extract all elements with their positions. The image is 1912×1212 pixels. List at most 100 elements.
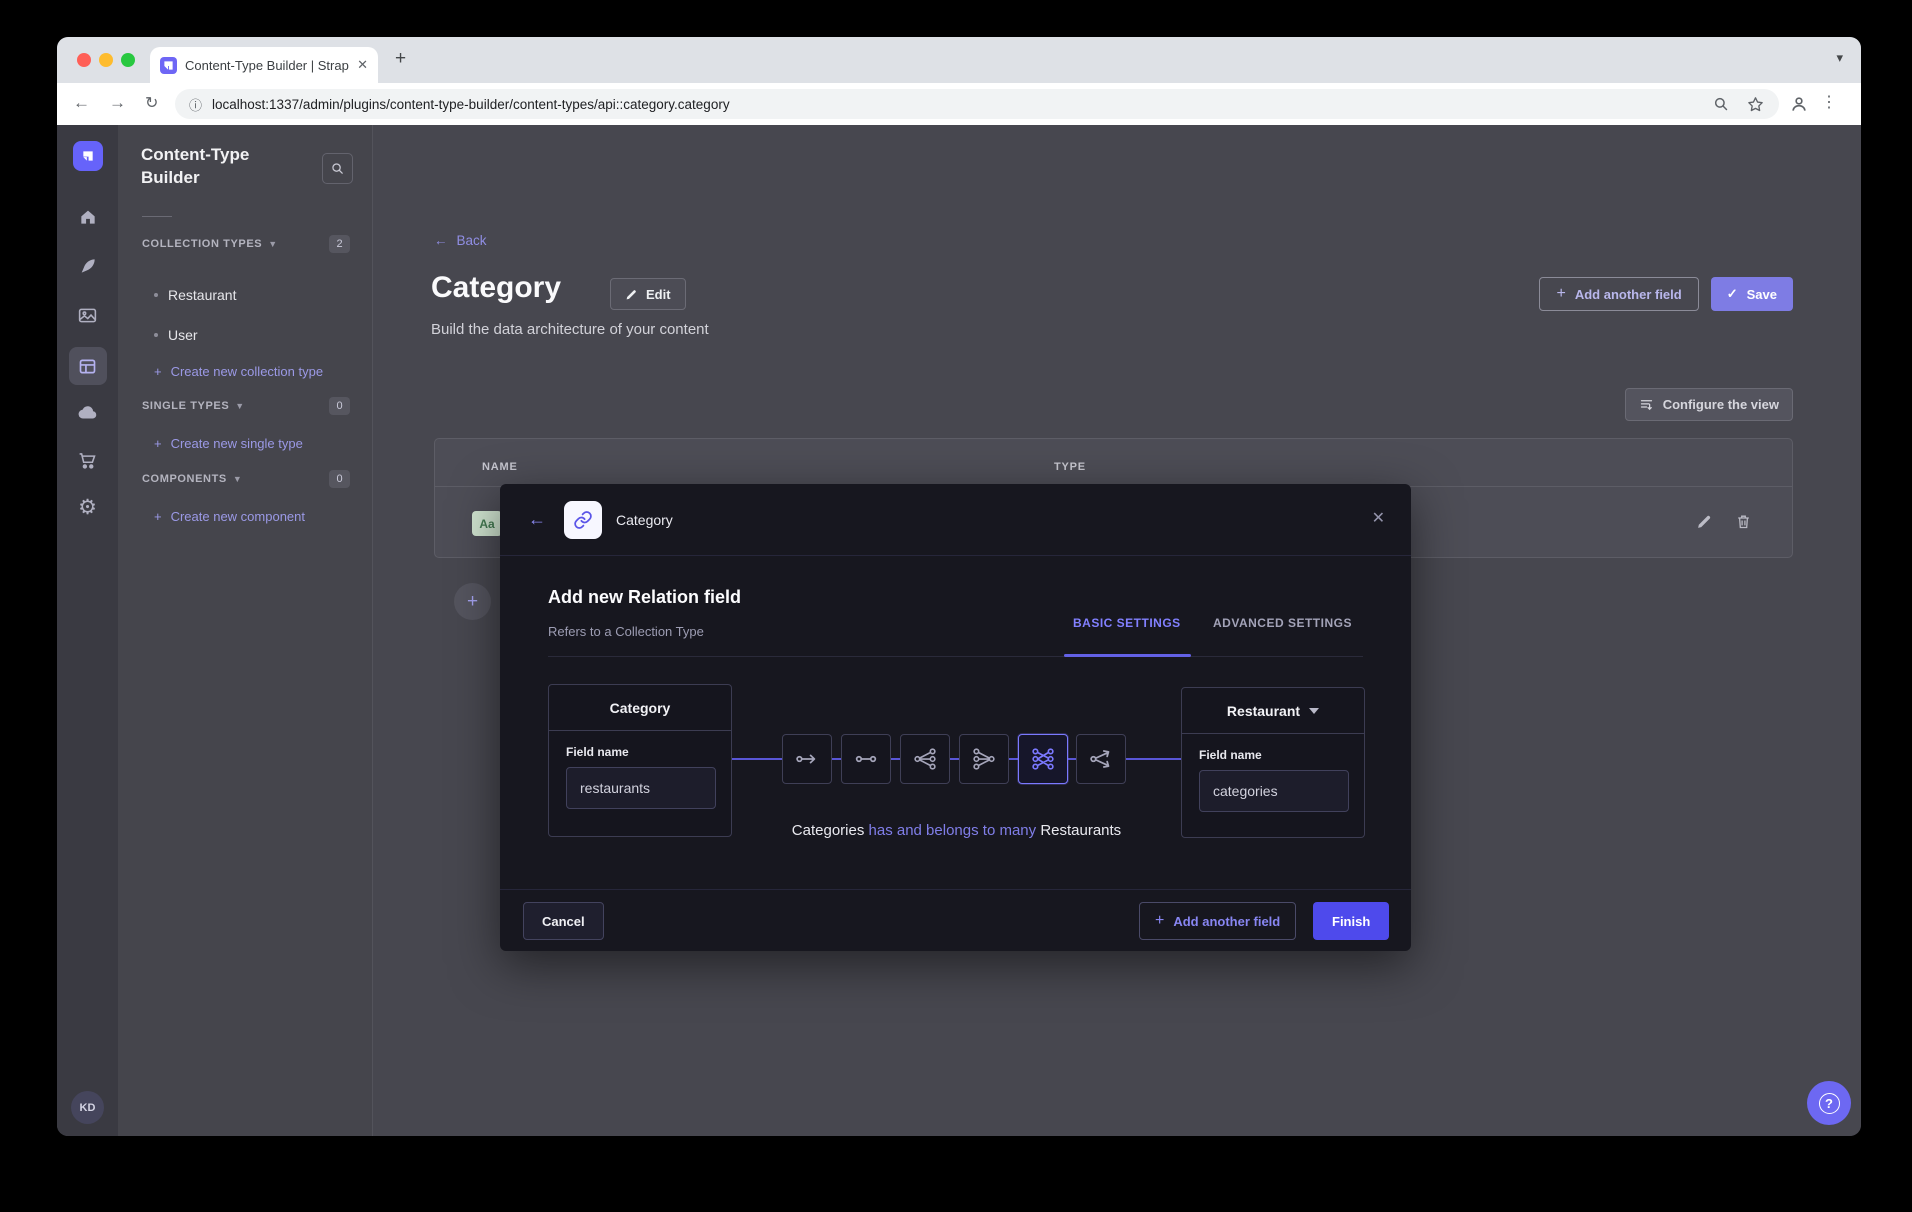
browser-menu-icon[interactable]: ⋮ [1821,92,1837,112]
close-window-button[interactable] [77,53,91,67]
create-label: Create new collection type [171,364,323,379]
section-count-badge: 2 [329,235,350,253]
settings-gear-icon[interactable]: ⚙ [57,497,118,519]
column-header-name: NAME [482,461,518,473]
target-select[interactable]: Restaurant [1182,688,1364,734]
media-library-icon[interactable] [57,305,118,326]
create-collection-type-link[interactable]: + Create new collection type [154,364,323,379]
edit-field-icon[interactable] [1696,513,1713,530]
profile-icon[interactable] [1789,94,1809,114]
relation-many-to-one-button[interactable] [959,734,1009,784]
divider [548,656,1363,657]
new-tab-button[interactable]: + [395,49,406,69]
pencil-icon [625,288,638,301]
relation-one-way-button[interactable] [782,734,832,784]
add-another-field-button[interactable]: + Add another field [1539,277,1698,311]
item-label: Restaurant [168,287,236,303]
content-type-builder-icon[interactable] [57,347,118,385]
user-avatar[interactable]: KD [71,1091,104,1124]
search-button[interactable] [322,153,353,184]
content-manager-feather-icon[interactable] [57,256,118,276]
search-icon [330,161,345,176]
sentence-target: Restaurants [1040,822,1121,839]
section-collection-types[interactable]: COLLECTION TYPES ▼ 2 [142,235,350,253]
plus-icon: + [154,364,162,379]
edit-label: Edit [646,287,671,302]
field-name-label: Field name [1199,748,1364,762]
minimize-window-button[interactable] [99,53,113,67]
edit-button[interactable]: Edit [610,278,686,310]
configure-view-button[interactable]: Configure the view [1625,388,1793,421]
browser-toolbar: ← → ↻ ⓘ localhost:1337/admin/plugins/con… [57,83,1861,125]
back-icon[interactable]: ← [73,93,90,113]
page-subtitle: Build the data architecture of your cont… [431,321,709,338]
target-field-name-input[interactable] [1199,770,1349,812]
home-icon[interactable] [57,207,118,227]
save-label: Save [1747,287,1777,302]
ctb-sidebar: Content-Type Builder COLLECTION TYPES ▼ … [118,125,373,1136]
cancel-button[interactable]: Cancel [523,902,604,940]
text-field-type-badge: Aa [472,511,502,536]
browser-window: Content-Type Builder | Strapi ✕ + ▾ ← → … [57,37,1861,1136]
finish-button[interactable]: Finish [1313,902,1389,940]
modal-add-another-field-button[interactable]: + Add another field [1139,902,1296,940]
tab-close-icon[interactable]: ✕ [357,57,368,73]
relation-field-modal: ← Category ✕ Add new Relation field Refe… [500,484,1411,951]
site-info-icon[interactable]: ⓘ [189,95,202,114]
section-label: COMPONENTS [142,473,227,485]
url-text[interactable]: localhost:1337/admin/plugins/content-typ… [212,97,1702,112]
close-icon[interactable]: ✕ [1372,508,1385,528]
chevron-down-icon: ▼ [233,474,242,484]
tab-search-chevron-icon[interactable]: ▾ [1836,50,1843,66]
strapi-logo[interactable] [57,141,118,171]
add-field-label: Add another field [1575,287,1682,302]
relation-one-to-many-button[interactable] [900,734,950,784]
tab-basic-settings[interactable]: BASIC SETTINGS [1073,616,1181,630]
create-component-link[interactable]: + Create new component [154,509,305,524]
delete-field-icon[interactable] [1735,513,1752,530]
question-mark-icon: ? [1819,1093,1840,1114]
relation-one-to-one-button[interactable] [841,734,891,784]
source-card-title: Category [549,685,731,731]
section-count-badge: 0 [329,397,350,415]
relation-many-to-many-button[interactable] [1018,734,1068,784]
help-button[interactable]: ? [1807,1081,1851,1125]
browser-tab[interactable]: Content-Type Builder | Strapi ✕ [150,47,378,83]
bookmark-star-icon[interactable] [1746,95,1765,114]
create-label: Create new single type [171,436,303,451]
reload-icon[interactable]: ↻ [145,93,158,113]
save-button[interactable]: ✓ Save [1711,277,1793,311]
bullet-dot [154,293,158,297]
relation-type-badge [564,501,602,539]
zoom-icon[interactable] [1712,95,1730,113]
create-single-type-link[interactable]: + Create new single type [154,436,303,451]
modal-title: Add new Relation field [548,587,741,608]
check-icon: ✓ [1727,286,1738,302]
nav-rail: ⚙ KD [57,125,118,1136]
modal-back-arrow-icon[interactable]: ← [528,509,546,530]
active-tab-underline [1064,654,1191,657]
section-single-types[interactable]: SINGLE TYPES ▼ 0 [142,397,350,415]
sentence-source: Categories [792,822,865,839]
marketplace-cart-icon[interactable] [57,450,118,471]
section-label: SINGLE TYPES [142,400,229,412]
page-title: Category [431,271,561,305]
source-field-name-input[interactable] [566,767,716,809]
back-link[interactable]: ← Back [434,233,487,248]
sidebar-item-restaurant[interactable]: Restaurant [154,287,236,303]
configure-view-label: Configure the view [1663,397,1779,412]
maximize-window-button[interactable] [121,53,135,67]
tab-advanced-settings[interactable]: ADVANCED SETTINGS [1213,616,1352,630]
strapi-favicon-icon [160,57,177,74]
section-components[interactable]: COMPONENTS ▼ 0 [142,470,350,488]
strapi-admin: ⚙ KD Content-Type Builder COLLECTION TYP… [57,125,1861,1136]
relation-many-way-button[interactable] [1076,734,1126,784]
section-count-badge: 0 [329,470,350,488]
modal-add-another-label: Add another field [1173,914,1280,929]
cloud-icon[interactable] [57,402,118,424]
back-arrow-icon: ← [434,233,448,248]
forward-icon[interactable]: → [109,93,126,113]
address-bar[interactable]: ⓘ localhost:1337/admin/plugins/content-t… [175,89,1779,119]
sidebar-item-user[interactable]: User [154,327,198,343]
column-header-type: TYPE [1054,461,1086,473]
